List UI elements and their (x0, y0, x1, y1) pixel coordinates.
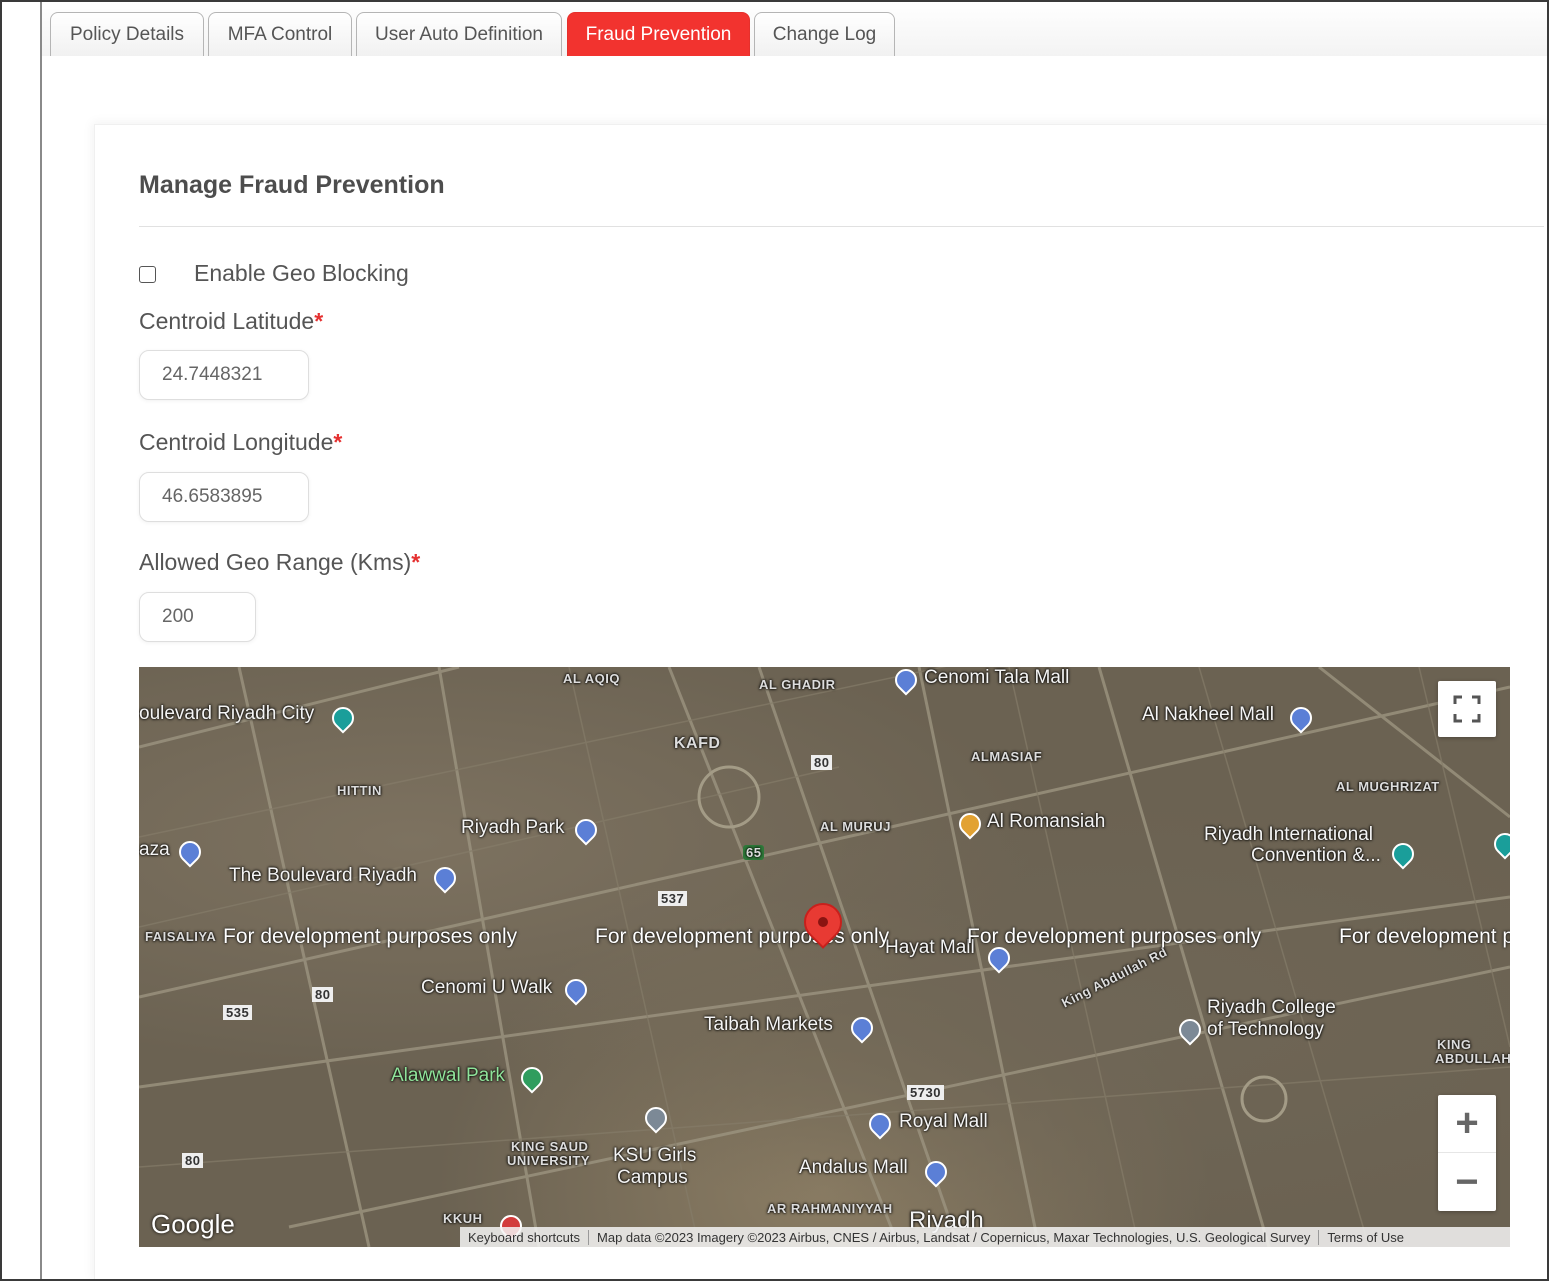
fullscreen-icon (1453, 695, 1481, 723)
map-label: Convention &... (1251, 845, 1381, 866)
required-mark: * (314, 308, 324, 334)
google-logo: Google (151, 1209, 235, 1239)
fraud-prevention-panel: Manage Fraud Prevention Enable Geo Block… (94, 124, 1549, 1281)
zoom-control: + − (1438, 1095, 1496, 1211)
map-label: FAISALIYA (145, 929, 217, 944)
page-left-border (40, 0, 42, 1281)
map-label: Riyadh International (1204, 824, 1373, 845)
dev-watermark: For development purposes only (223, 925, 518, 948)
map-label: KAFD (674, 735, 721, 752)
map-label: Campus (617, 1167, 688, 1188)
road-shield: 80 (182, 1153, 204, 1168)
road-shield: 537 (658, 891, 688, 906)
map-label: ABDULLAH (1435, 1051, 1510, 1066)
road-shield: 535 (223, 1005, 253, 1020)
zoom-in-button[interactable]: + (1438, 1095, 1496, 1153)
geo-blocking-checkbox[interactable] (139, 266, 156, 283)
dev-watermark: For development purposes only (967, 925, 1262, 948)
map-label: KKUH (443, 1211, 483, 1226)
tab-user-auto-definition[interactable]: User Auto Definition (356, 12, 562, 56)
dev-watermark: For development purposes only (1339, 925, 1510, 948)
latitude-input[interactable] (139, 350, 309, 400)
tab-fraud-prevention[interactable]: Fraud Prevention (567, 12, 750, 56)
map-label: oulevard Riyadh City (139, 703, 315, 724)
map-label: AL GHADIR (759, 677, 836, 692)
required-mark: * (333, 429, 343, 455)
road-shield: 5730 (907, 1085, 944, 1100)
map-label: Taibah Markets (704, 1014, 833, 1035)
map-label: Cenomi Tala Mall (924, 667, 1070, 688)
longitude-input[interactable] (139, 472, 309, 522)
map-attribution: Keyboard shortcuts Map data ©2023 Imager… (460, 1227, 1510, 1247)
road-shield: 80 (312, 987, 334, 1002)
map-label: Riyadh College (1207, 997, 1336, 1018)
map-label: ALMASIAF (971, 749, 1043, 764)
dev-watermark: For development purposes only (595, 925, 890, 948)
title-divider (139, 226, 1544, 227)
tab-mfa-control[interactable]: MFA Control (208, 12, 352, 56)
range-label: Allowed Geo Range (Kms)* (139, 549, 421, 575)
map-label: UNIVERSITY (507, 1153, 591, 1168)
map-label: HITTIN (337, 783, 382, 798)
map-label: KSU Girls (613, 1145, 697, 1166)
map-data-text: Map data ©2023 Imagery ©2023 Airbus, CNE… (589, 1229, 1320, 1245)
map-label: Al Nakheel Mall (1142, 704, 1274, 725)
map-label: Andalus Mall (799, 1157, 908, 1178)
map-label: Al Romansiah (987, 811, 1106, 832)
road-shield: 80 (811, 755, 833, 770)
map-label: AR RAHMANIYYAH (767, 1201, 893, 1216)
keyboard-shortcuts-link[interactable]: Keyboard shortcuts (460, 1229, 590, 1245)
map-label: AL MURUJ (820, 819, 891, 834)
range-input[interactable] (139, 592, 256, 642)
map-label: AL MUGHRIZAT (1336, 779, 1440, 794)
latitude-label: Centroid Latitude* (139, 308, 324, 334)
map-label: KING SAUD (511, 1139, 589, 1154)
map-label: Royal Mall (899, 1111, 988, 1132)
map-label: Riyadh Park (461, 817, 565, 838)
fullscreen-button[interactable] (1438, 681, 1496, 737)
tab-change-log[interactable]: Change Log (754, 12, 895, 56)
map-label: Hayat Mall (885, 937, 975, 958)
map-label: of Technology (1207, 1019, 1324, 1040)
map-label: The Boulevard Riyadh (229, 865, 417, 886)
geo-map[interactable]: oulevard Riyadh City AL AQIQ AL GHADIR C… (139, 667, 1510, 1247)
map-label: Alawwal Park (391, 1065, 506, 1086)
road-shield: 65 (743, 845, 765, 860)
required-mark: * (411, 549, 421, 575)
zoom-out-button[interactable]: − (1438, 1153, 1496, 1211)
longitude-label: Centroid Longitude* (139, 429, 343, 455)
map-label: AL AQIQ (563, 671, 620, 686)
map-label: aza (139, 839, 170, 860)
terms-link[interactable]: Terms of Use (1319, 1230, 1412, 1245)
panel-title: Manage Fraud Prevention (139, 171, 445, 199)
tab-bar: Policy Details MFA Control User Auto Def… (42, 2, 1547, 56)
tab-policy-details[interactable]: Policy Details (50, 12, 204, 56)
geo-blocking-label: Enable Geo Blocking (194, 260, 409, 286)
map-label: Cenomi U Walk (421, 977, 553, 998)
map-label: KING (1437, 1037, 1472, 1052)
